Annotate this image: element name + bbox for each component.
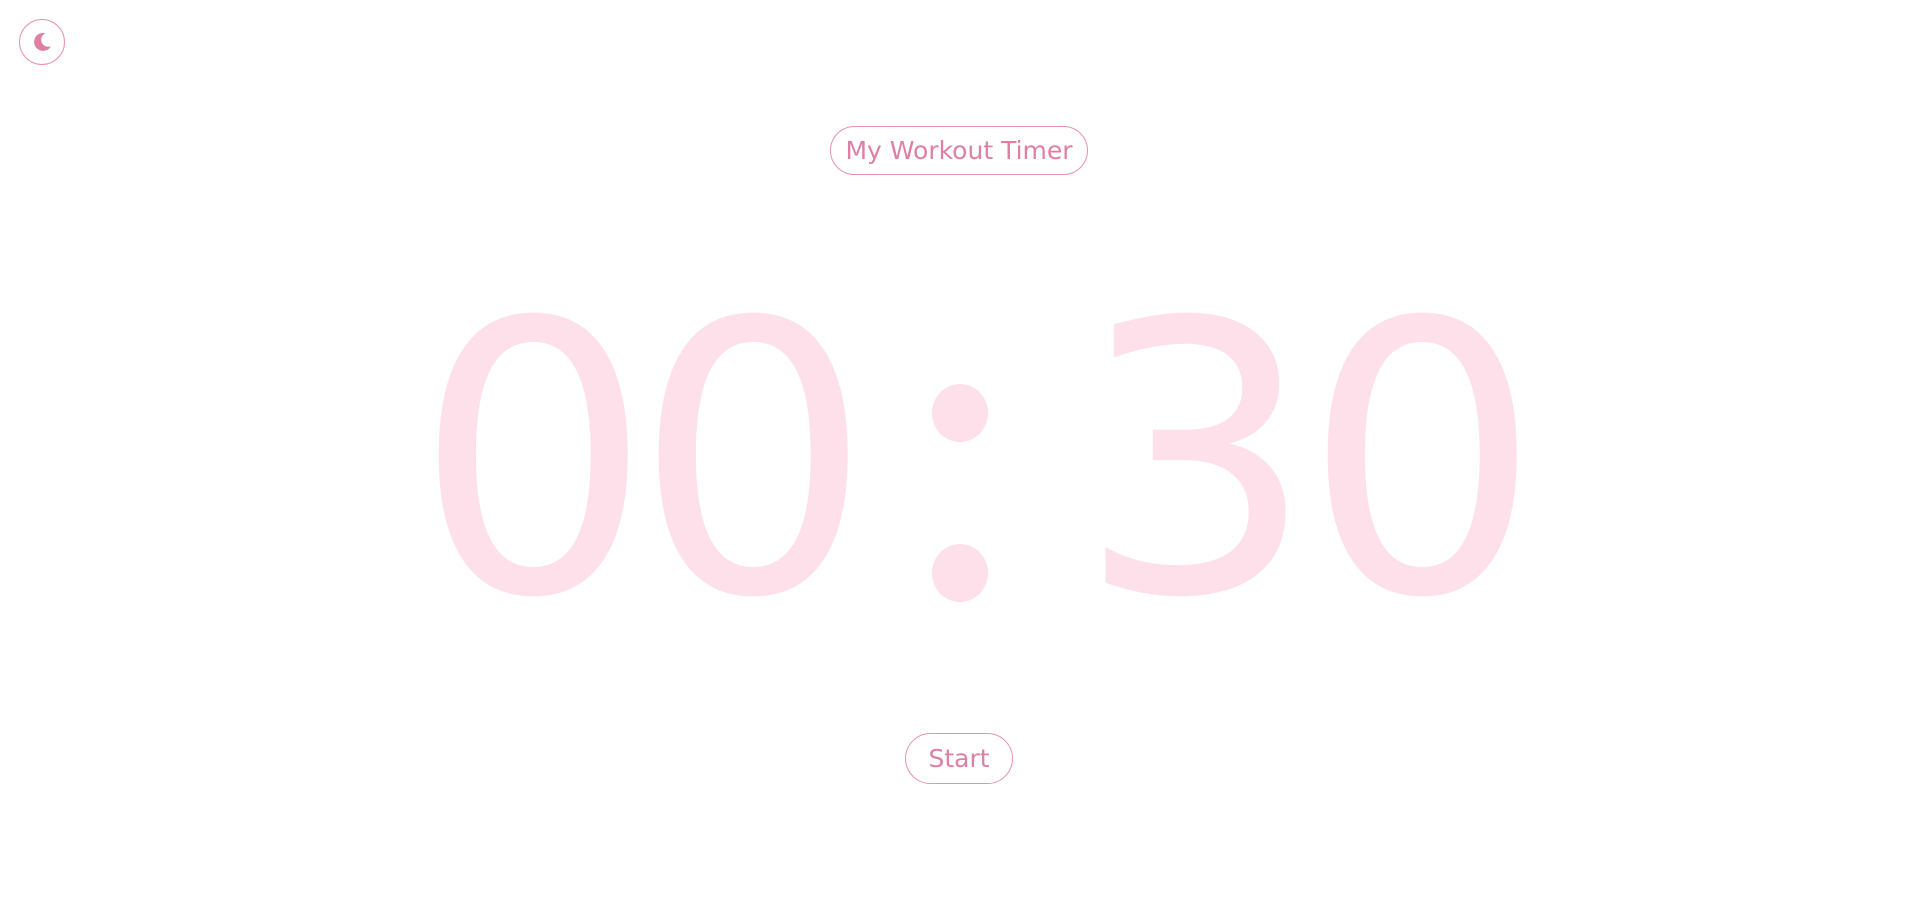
seconds-ones-digit: 0 bbox=[1303, 244, 1542, 680]
seconds-tens-digit: 3 bbox=[1077, 244, 1316, 680]
timer-title-button[interactable]: My Workout Timer bbox=[830, 126, 1088, 175]
timer-title-label: My Workout Timer bbox=[845, 136, 1073, 165]
moon-icon bbox=[30, 30, 54, 54]
minutes-tens-digit: 0 bbox=[414, 244, 653, 680]
start-button-label: Start bbox=[928, 744, 990, 773]
timer-display: 0 0 3 0 bbox=[0, 244, 1917, 680]
start-button[interactable]: Start bbox=[905, 733, 1013, 784]
time-separator bbox=[932, 384, 988, 604]
theme-toggle-button[interactable] bbox=[19, 19, 65, 65]
separator-dot-top bbox=[932, 384, 988, 442]
separator-dot-bottom bbox=[932, 544, 988, 602]
minutes-ones-digit: 0 bbox=[634, 244, 873, 680]
